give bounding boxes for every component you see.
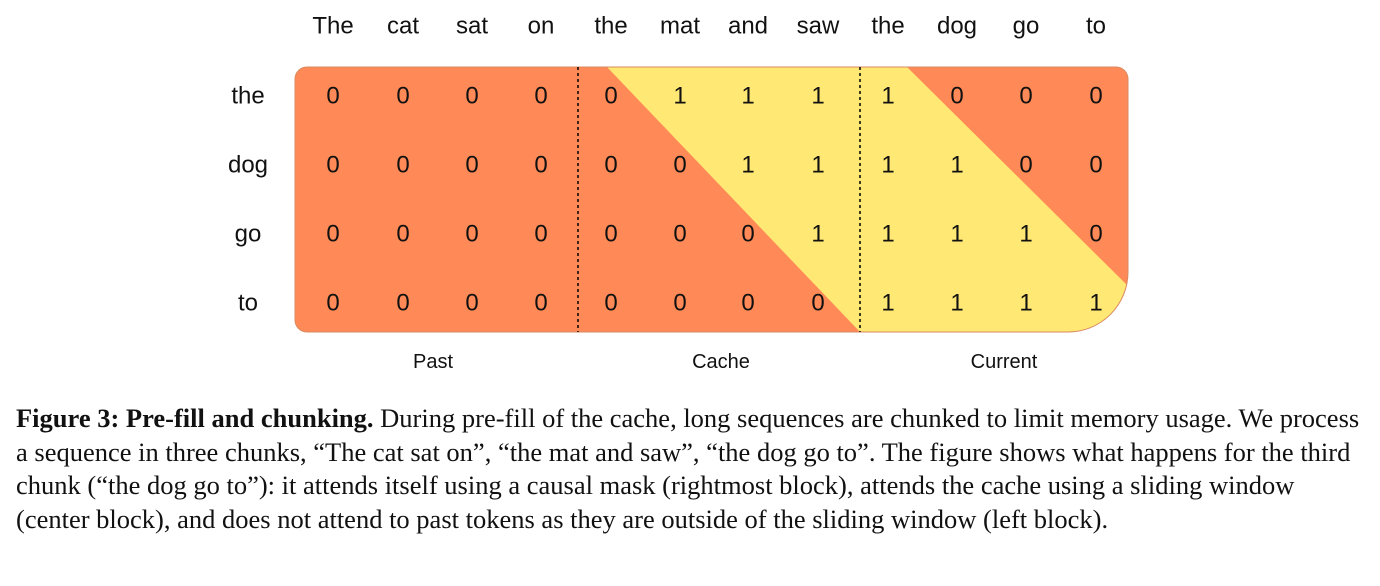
column-token-label: the — [871, 13, 904, 40]
block-label-cache: Cache — [692, 351, 750, 373]
mask-cell-value: 0 — [326, 221, 339, 248]
mask-cell-value: 0 — [604, 152, 617, 179]
mask-cell-value: 1 — [1019, 221, 1032, 248]
row-token-label: dog — [228, 152, 268, 179]
mask-cell-value: 0 — [1019, 152, 1032, 179]
column-token-label: to — [1086, 13, 1106, 40]
mask-grid — [295, 67, 1128, 332]
mask-cell-value: 0 — [465, 290, 478, 317]
mask-cell-value: 1 — [811, 83, 824, 110]
mask-cell-value: 0 — [396, 83, 409, 110]
mask-cell-value: 1 — [811, 152, 824, 179]
mask-cell-value: 0 — [604, 83, 617, 110]
caption-label: Figure 3: Pre-fill and chunking. — [16, 403, 374, 433]
column-token-label: the — [594, 13, 627, 40]
mask-cell-value: 1 — [1089, 290, 1102, 317]
column-token-label: mat — [660, 13, 700, 40]
mask-cell-value: 1 — [881, 221, 894, 248]
mask-cell-value: 1 — [673, 83, 686, 110]
mask-cell-value: 0 — [1019, 83, 1032, 110]
mask-cell-value: 1 — [741, 83, 754, 110]
mask-cell-value: 0 — [534, 290, 547, 317]
mask-cell-value: 1 — [811, 221, 824, 248]
row-token-label: to — [238, 290, 258, 317]
query-row-labels: the dog go to — [228, 83, 268, 317]
mask-cell-value: 0 — [326, 290, 339, 317]
mask-cell-value: 0 — [673, 221, 686, 248]
figure-caption: Figure 3: Pre-fill and chunking. During … — [16, 402, 1366, 536]
column-token-label: cat — [387, 13, 419, 40]
mask-cell-value: 0 — [1089, 152, 1102, 179]
mask-cell-value: 1 — [1019, 290, 1032, 317]
mask-cell-value: 0 — [1089, 221, 1102, 248]
attention-mask-diagram: The cat sat on the mat and saw the dog go to the dog… — [228, 13, 1129, 373]
row-token-label: go — [235, 221, 262, 248]
mask-cell-value: 0 — [950, 83, 963, 110]
column-token-label: and — [728, 13, 768, 40]
mask-cell-value: 1 — [881, 290, 894, 317]
mask-cell-value: 0 — [534, 152, 547, 179]
mask-cell-value: 0 — [604, 221, 617, 248]
column-token-label: on — [528, 13, 555, 40]
column-token-label: sat — [456, 13, 488, 40]
column-token-label: The — [312, 13, 353, 40]
mask-cell-value: 0 — [1089, 83, 1102, 110]
mask-cell-value: 1 — [950, 290, 963, 317]
mask-cell-value: 0 — [811, 290, 824, 317]
token-column-labels: The cat sat on the mat and saw the dog go to — [312, 13, 1106, 40]
mask-cell-value: 1 — [741, 152, 754, 179]
mask-cell-value: 0 — [396, 152, 409, 179]
mask-cell-value: 0 — [326, 152, 339, 179]
mask-cell-value: 1 — [950, 152, 963, 179]
mask-cell-value: 0 — [534, 221, 547, 248]
column-token-label: dog — [937, 13, 977, 40]
mask-cell-value: 1 — [950, 221, 963, 248]
row-token-label: the — [231, 83, 264, 110]
mask-cell-value: 0 — [673, 290, 686, 317]
block-label-past: Past — [413, 351, 453, 373]
mask-cell-value: 0 — [741, 290, 754, 317]
mask-cell-value: 0 — [396, 290, 409, 317]
mask-cell-value: 0 — [741, 221, 754, 248]
column-token-label: go — [1013, 13, 1040, 40]
column-token-label: saw — [797, 13, 840, 40]
mask-cell-value: 0 — [465, 221, 478, 248]
mask-cell-value: 0 — [396, 221, 409, 248]
mask-cell-value: 0 — [534, 83, 547, 110]
mask-cell-value: 0 — [673, 152, 686, 179]
mask-cell-value: 0 — [326, 83, 339, 110]
mask-cell-value: 1 — [881, 152, 894, 179]
mask-cell-value: 1 — [881, 83, 894, 110]
mask-cell-value: 0 — [465, 152, 478, 179]
mask-cell-value: 0 — [465, 83, 478, 110]
mask-cell-value: 0 — [604, 290, 617, 317]
block-label-current: Current — [971, 351, 1038, 373]
